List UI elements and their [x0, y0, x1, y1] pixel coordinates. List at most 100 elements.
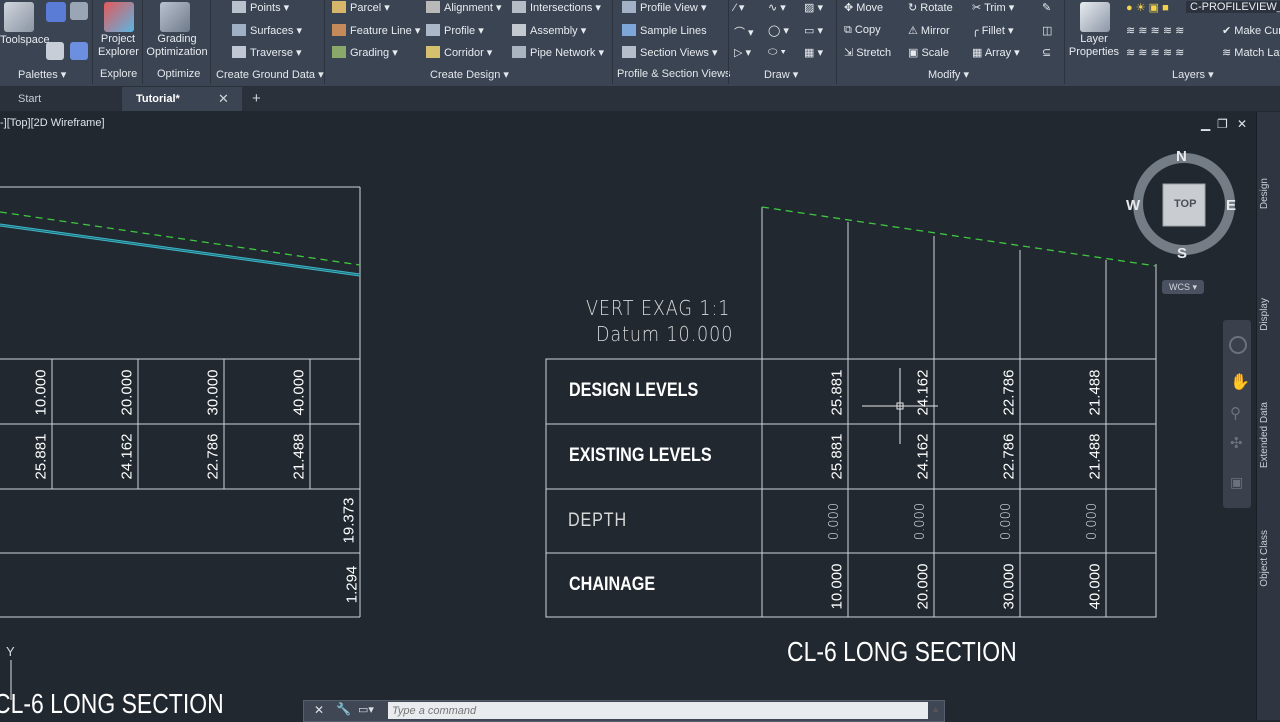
grading-optimization-button[interactable]: Grading Optimization — [146, 33, 208, 59]
pipe-network-button[interactable]: Pipe Network ▾ — [512, 46, 604, 59]
left-chainage-4: 40.000 — [290, 369, 308, 416]
layer-tool-icons-row2[interactable]: ≋ ≋ ≋ ≋ ≋ — [1126, 24, 1184, 37]
assembly-button[interactable]: Assembly ▾ — [512, 24, 586, 37]
existing-level-2: 24.162 — [914, 433, 932, 480]
panel-icon[interactable] — [70, 42, 88, 60]
layers-group-title[interactable]: Layers ▾ — [1172, 68, 1214, 81]
command-history-up-icon[interactable]: ▲ — [931, 704, 940, 714]
recent-commands-icon[interactable]: ▭▾ — [358, 703, 374, 716]
mirror-button[interactable]: ⚠ Mirror — [908, 24, 950, 37]
traverse-button[interactable]: Traverse ▾ — [232, 46, 302, 59]
compass-north[interactable]: N — [1176, 148, 1187, 165]
rotate-button[interactable]: ↻ Rotate — [908, 1, 953, 14]
palette-grid-icon[interactable] — [46, 2, 66, 22]
profile-view-button[interactable]: Profile View ▾ — [622, 1, 706, 14]
close-tab-icon[interactable]: ✕ — [218, 87, 229, 111]
move-button[interactable]: ✥ Move — [844, 1, 883, 14]
left-chainage-1: 10.000 — [32, 369, 50, 416]
create-ground-title[interactable]: Create Ground Data ▾ — [216, 68, 324, 81]
customize-wrench-icon[interactable]: 🔧 — [336, 702, 351, 716]
right-section-grid — [545, 207, 1157, 618]
palettes-group-title[interactable]: Palettes ▾ — [18, 68, 66, 81]
object-class-tab[interactable]: Object Class — [1259, 530, 1279, 587]
profile-icon — [426, 24, 440, 36]
depth-label: DEPTH — [568, 510, 627, 531]
fillet-icon: ╭ — [972, 25, 982, 37]
make-current-icon: ✔ — [1222, 25, 1235, 37]
make-current-button[interactable]: ✔ Make Cur — [1222, 24, 1280, 37]
circle-tool-icon[interactable]: ◯ ▾ — [768, 24, 789, 37]
grading-button[interactable]: Grading ▾ — [332, 46, 398, 59]
section-views-button[interactable]: Section Views ▾ — [622, 46, 717, 59]
hatch-tool-icon[interactable]: ▨ ▾ — [804, 1, 823, 14]
draw-group-title[interactable]: Draw ▾ — [764, 68, 798, 81]
corridor-button[interactable]: Corridor ▾ — [426, 46, 492, 59]
left-chainage-3: 30.000 — [204, 369, 222, 416]
layer-state-icons[interactable]: ● ☀ ▣ ■ — [1126, 1, 1169, 14]
layer-tool-icons-row3[interactable]: ≋ ≋ ≋ ≋ ≋ — [1126, 46, 1184, 59]
arc-tool-icon[interactable]: ⌒ ▾ — [734, 24, 754, 40]
left-design-line — [0, 211, 361, 266]
parcel-button[interactable]: Parcel ▾ — [332, 1, 390, 14]
showmotion-icon[interactable]: ▣ — [1230, 474, 1243, 491]
create-design-title[interactable]: Create Design ▾ — [430, 68, 509, 81]
move-icon: ✥ — [844, 2, 857, 14]
feature-line-button[interactable]: Feature Line ▾ — [332, 24, 420, 37]
match-layer-button[interactable]: ≋ Match Lay — [1222, 46, 1280, 59]
compass-west[interactable]: W — [1126, 197, 1140, 214]
pan-icon[interactable]: ✋ — [1230, 372, 1250, 392]
viewcube-top-face[interactable]: TOP — [1174, 198, 1196, 210]
copy-button[interactable]: ⧉ Copy — [844, 24, 881, 37]
modify-group-title[interactable]: Modify ▾ — [928, 68, 969, 81]
left-existing-2: 24.162 — [118, 433, 136, 480]
scale-button[interactable]: ▣ Scale — [908, 46, 949, 59]
compass-south[interactable]: S — [1177, 245, 1187, 262]
current-layer-dropdown[interactable]: C-PROFILEVIEW_T — [1186, 1, 1280, 13]
toolspace-button[interactable]: Toolspace — [0, 34, 50, 46]
display-tab[interactable]: Display — [1259, 298, 1279, 331]
existing-level-4: 21.488 — [1086, 433, 1104, 480]
surfaces-button[interactable]: Surfaces ▾ — [232, 24, 302, 37]
design-tab[interactable]: Design — [1259, 178, 1279, 209]
layer-properties-icon[interactable] — [1080, 2, 1110, 32]
spline-tool-icon[interactable]: ▷ ▾ — [734, 46, 751, 59]
command-input[interactable] — [388, 702, 928, 719]
offset-icon[interactable]: ⊆ — [1042, 46, 1051, 59]
fillet-button[interactable]: ╭ Fillet ▾ — [972, 24, 1014, 37]
grading-optimization-icon[interactable] — [160, 2, 190, 32]
points-button[interactable]: Points ▾ — [232, 1, 289, 14]
extended-data-tab[interactable]: Extended Data — [1259, 402, 1279, 468]
corridor-icon — [426, 46, 440, 58]
toolspace-icon[interactable] — [4, 2, 34, 32]
settings-icon[interactable] — [70, 2, 88, 20]
steering-wheel-icon[interactable] — [1229, 336, 1247, 354]
left-existing-1: 25.881 — [32, 433, 50, 480]
wcs-menu[interactable]: WCS ▾ — [1162, 280, 1204, 294]
region-tool-icon[interactable]: ▦ ▾ — [804, 46, 823, 59]
right-design-line — [761, 206, 1157, 267]
project-explorer-icon[interactable] — [104, 2, 134, 32]
ellipse-tool-icon[interactable]: ⬭ ▾ — [768, 46, 786, 59]
explode-icon[interactable]: ◫ — [1042, 24, 1052, 37]
trim-button[interactable]: ✂ Trim ▾ — [972, 1, 1014, 14]
tab-start[interactable]: Start — [0, 87, 120, 111]
layout-icon[interactable] — [46, 42, 64, 60]
erase-icon[interactable]: ✎ — [1042, 1, 1051, 14]
compass-east[interactable]: E — [1226, 197, 1236, 214]
polyline-tool-icon[interactable]: ∿ ▾ — [768, 1, 786, 14]
rectangle-tool-icon[interactable]: ▭ ▾ — [804, 24, 823, 37]
layer-properties-button[interactable]: Layer Properties — [1068, 33, 1120, 59]
sample-lines-button[interactable]: Sample Lines — [622, 24, 707, 37]
alignment-button[interactable]: Alignment ▾ — [426, 1, 502, 14]
project-explorer-button[interactable]: Project Explorer — [98, 33, 139, 59]
array-button[interactable]: ▦ Array ▾ — [972, 46, 1020, 59]
new-tab-icon[interactable]: + — [252, 87, 261, 111]
intersections-button[interactable]: Intersections ▾ — [512, 1, 601, 14]
orbit-icon[interactable]: ✣ — [1230, 434, 1243, 452]
left-existing-3: 22.786 — [204, 433, 222, 480]
stretch-button[interactable]: ⇲ Stretch — [844, 46, 891, 59]
line-tool-icon[interactable]: ⁄ ▾ — [734, 1, 744, 14]
profile-button[interactable]: Profile ▾ — [426, 24, 484, 37]
zoom-icon[interactable]: ⚲ — [1230, 404, 1241, 422]
close-command-icon[interactable]: ✕ — [314, 703, 324, 717]
